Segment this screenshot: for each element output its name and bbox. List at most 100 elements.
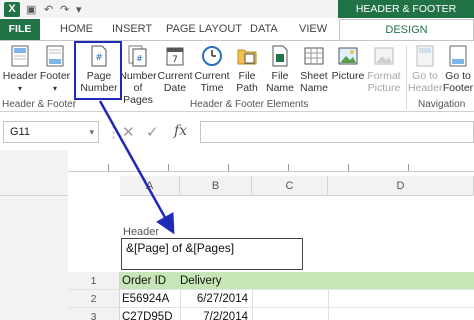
- header-edit-box[interactable]: &[Page] of &[Pages]: [121, 238, 303, 270]
- footer-button-caret: ▾: [52, 84, 57, 93]
- table-row: C27D95D 7/2/2014: [120, 308, 474, 320]
- undo-icon[interactable]: ↶: [44, 3, 53, 16]
- title-tab-bar: X ▣ ↶ ↷ ▾ HEADER & FOOTER TOOLS FILE HOM…: [0, 0, 474, 40]
- sheet-name-label-line2: Name: [299, 82, 328, 94]
- group-label-header-footer: Header & Footer: [2, 99, 76, 110]
- clock-icon: [202, 46, 222, 66]
- formula-bar: G11 ▾ ⋮ ✕ ✓ fx: [0, 117, 474, 147]
- row-header-2[interactable]: 2: [68, 290, 120, 308]
- cell-a2[interactable]: E56924A: [122, 290, 180, 308]
- worksheet-area: A B C D Header &[Page] of &[Pages] 1 Ord…: [0, 150, 474, 320]
- current-date-label-line1: Current: [157, 70, 193, 82]
- sheet-name-icon: [304, 47, 324, 65]
- sheet-name-label-line1: Sheet: [300, 70, 328, 82]
- group-label-header-footer-elements: Header & Footer Elements: [190, 99, 309, 110]
- format-picture-label-line1: Format: [367, 70, 401, 82]
- row-header-1[interactable]: 1: [68, 272, 120, 290]
- go-to-footer-icon: [449, 45, 467, 67]
- tab-file[interactable]: FILE: [0, 19, 40, 40]
- contextual-tool-title: HEADER & FOOTER TOOLS: [338, 0, 474, 33]
- save-icon[interactable]: ▣: [26, 3, 36, 16]
- go-to-footer-button[interactable]: Go to Footer: [442, 44, 474, 94]
- formula-bar-grip-icon: ⋮: [106, 124, 121, 141]
- file-path-button[interactable]: File Path: [231, 44, 263, 94]
- cell-a3[interactable]: C27D95D: [122, 308, 180, 320]
- column-header-d[interactable]: D: [328, 176, 474, 196]
- go-to-header-button[interactable]: Go to Header: [408, 44, 442, 94]
- current-date-button[interactable]: 7 Current Date: [157, 44, 193, 94]
- picture-button[interactable]: Picture: [331, 44, 365, 82]
- format-picture-label-line2: Picture: [367, 82, 401, 94]
- header-button-caret: ▾: [17, 84, 22, 93]
- enter-icon[interactable]: ✓: [146, 123, 159, 141]
- chevron-down-icon[interactable]: ▾: [89, 122, 94, 142]
- number-of-pages-button[interactable]: # Number of Pages: [119, 44, 157, 106]
- horizontal-ruler: [68, 162, 474, 172]
- cell-b2[interactable]: 6/27/2014: [180, 290, 250, 308]
- svg-text:7: 7: [172, 55, 178, 65]
- group-separator: [406, 45, 407, 109]
- go-to-header-icon: [416, 45, 434, 67]
- cancel-icon[interactable]: ✕: [122, 123, 135, 141]
- column-header-c[interactable]: C: [252, 176, 328, 196]
- current-date-label-line2: Date: [163, 82, 187, 94]
- file-path-label-line2: Path: [236, 82, 258, 94]
- tab-data[interactable]: DATA: [250, 19, 278, 40]
- footer-icon: [46, 45, 64, 67]
- number-of-pages-label-line1: Number: [119, 70, 157, 82]
- current-time-button[interactable]: Current Time: [194, 44, 230, 94]
- number-of-pages-label-line2: of Pages: [123, 82, 153, 106]
- insert-function-icon[interactable]: fx: [174, 123, 187, 139]
- go-to-header-label-line2: Header: [408, 82, 443, 94]
- file-path-label-line1: File: [238, 70, 256, 82]
- file-name-icon: [272, 45, 288, 67]
- excel-logo-icon: X: [4, 2, 20, 17]
- header-button-label: Header: [2, 70, 38, 82]
- table-row: E56924A 6/27/2014: [120, 290, 474, 308]
- go-to-footer-label-line1: Go to: [445, 70, 471, 82]
- number-of-pages-icon: #: [128, 45, 147, 67]
- file-path-icon: [237, 49, 257, 65]
- tab-view[interactable]: VIEW: [299, 19, 327, 40]
- ribbon: Header ▾ Footer ▾ # Page Number # Number…: [0, 40, 474, 112]
- redo-icon[interactable]: ↷: [60, 3, 69, 16]
- svg-text:#: #: [136, 54, 143, 63]
- select-all-corner[interactable]: [0, 176, 68, 196]
- table-header-row: Order ID Delivery: [120, 272, 474, 290]
- format-picture-button[interactable]: Format Picture: [364, 44, 404, 94]
- picture-button-label: Picture: [331, 70, 365, 82]
- footer-button-label: Footer: [39, 70, 71, 82]
- current-time-label-line1: Current: [194, 70, 230, 82]
- column-header-a[interactable]: A: [120, 176, 180, 196]
- file-name-button[interactable]: File Name: [264, 44, 296, 94]
- file-name-label-line1: File: [271, 70, 289, 82]
- header-icon: [11, 45, 29, 67]
- page-number-callout-box: [74, 41, 122, 100]
- current-time-label-line2: Time: [200, 82, 224, 94]
- tab-insert[interactable]: INSERT: [112, 19, 152, 40]
- ribbon-tabs: FILE HOME INSERT PAGE LAYOUT DATA VIEW D…: [0, 19, 474, 40]
- file-name-label-line2: Name: [265, 82, 294, 94]
- tab-design[interactable]: DESIGN: [339, 19, 474, 40]
- cell-b1[interactable]: Delivery: [180, 272, 250, 290]
- tab-home[interactable]: HOME: [60, 19, 93, 40]
- name-box[interactable]: G11 ▾: [3, 121, 99, 143]
- column-header-b[interactable]: B: [180, 176, 252, 196]
- header-edit-text: &[Page] of &[Pages]: [126, 241, 235, 255]
- footer-button[interactable]: Footer ▾: [37, 44, 73, 95]
- format-picture-icon: [374, 47, 394, 65]
- calendar-icon: 7: [166, 47, 184, 66]
- header-button[interactable]: Header ▾: [2, 44, 38, 95]
- cell-a1[interactable]: Order ID: [122, 272, 180, 290]
- name-box-value: G11: [10, 126, 30, 138]
- row-header-3[interactable]: 3: [68, 308, 120, 320]
- picture-icon: [338, 47, 358, 65]
- cell-b3[interactable]: 7/2/2014: [180, 308, 250, 320]
- sheet-name-button[interactable]: Sheet Name: [297, 44, 331, 94]
- go-to-header-label-line1: Go to: [412, 70, 438, 82]
- formula-input[interactable]: [200, 121, 474, 143]
- customize-toolbar-icon[interactable]: ▾: [76, 3, 82, 16]
- group-label-navigation: Navigation: [418, 99, 466, 110]
- tab-page-layout[interactable]: PAGE LAYOUT: [166, 19, 242, 40]
- header-label: Header: [123, 226, 160, 238]
